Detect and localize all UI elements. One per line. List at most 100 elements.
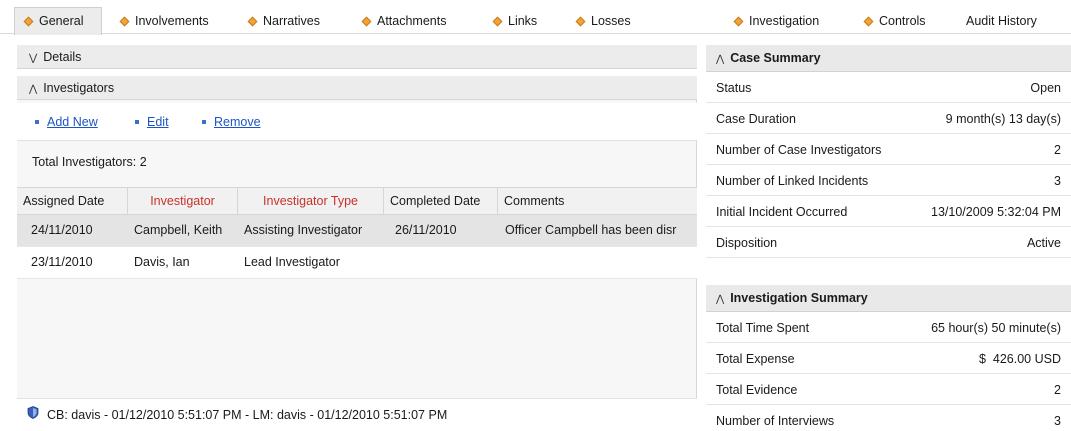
tab-label: Audit History bbox=[966, 14, 1037, 28]
tab-audit-history[interactable]: Audit History bbox=[966, 8, 1037, 34]
summary-row: Initial Incident Occurred 13/10/2009 5:32… bbox=[706, 197, 1071, 227]
investigators-label: Investigators bbox=[43, 81, 115, 95]
cell-assigned-date: 24/11/2010 bbox=[31, 223, 93, 237]
summary-label: Initial Incident Occurred bbox=[716, 205, 848, 219]
cell-comments bbox=[505, 247, 695, 278]
summary-row: Case Duration 9 month(s) 13 day(s) bbox=[706, 104, 1071, 134]
bullet-icon bbox=[35, 119, 39, 124]
tab-attachments[interactable]: Attachments bbox=[361, 8, 447, 34]
tab-general[interactable]: General bbox=[14, 7, 102, 35]
grid-header: Assigned Date Investigator Investigator … bbox=[17, 187, 697, 215]
cell-assigned-date: 23/11/2010 bbox=[31, 255, 93, 269]
summary-row: Number of Linked Incidents 3 bbox=[706, 166, 1071, 196]
tab-links[interactable]: Links bbox=[492, 8, 538, 34]
diamond-icon bbox=[247, 16, 258, 27]
cell-investigator: Campbell, Keith bbox=[134, 223, 223, 237]
tab-losses[interactable]: Losses bbox=[575, 8, 631, 34]
tab-label: General bbox=[39, 14, 84, 28]
summary-row: Number of Case Investigators 2 bbox=[706, 135, 1071, 165]
summary-value: Active bbox=[1026, 236, 1061, 250]
table-row[interactable]: 23/11/2010 Davis, Ian Lead Investigator bbox=[17, 247, 697, 279]
summary-label: Case Duration bbox=[716, 112, 796, 126]
chevron-up-icon: ⋀ bbox=[29, 84, 38, 95]
diamond-icon bbox=[23, 16, 34, 27]
diamond-icon bbox=[492, 16, 503, 27]
investigation-summary-title: Investigation Summary bbox=[730, 291, 868, 305]
diamond-icon bbox=[733, 16, 744, 27]
investigators-section-header[interactable]: ⋀ Investigators bbox=[17, 76, 697, 100]
summary-value: 2 bbox=[1054, 143, 1061, 157]
summary-row: Disposition Active bbox=[706, 228, 1071, 258]
column-comments[interactable]: Comments bbox=[498, 188, 697, 215]
summary-label: Number of Interviews bbox=[716, 414, 835, 428]
tab-label: Links bbox=[508, 14, 538, 28]
cell-investigator-type: Assisting Investigator bbox=[244, 223, 363, 237]
summary-panel: ⋀ Case Summary Status Open Case Duration 9 … bbox=[706, 45, 1071, 431]
remove-link[interactable]: Remove bbox=[202, 115, 261, 129]
summary-value: 3 bbox=[1054, 414, 1061, 428]
add-new-link[interactable]: Add New bbox=[35, 115, 98, 129]
investigator-actions: Add New Edit Remove bbox=[17, 103, 697, 141]
cell-completed-date: 26/11/2010 bbox=[395, 223, 457, 237]
summary-label: Number of Linked Incidents bbox=[716, 174, 869, 188]
cell-investigator-type: Lead Investigator bbox=[244, 255, 340, 269]
diamond-icon bbox=[119, 16, 130, 27]
tab-label: Narratives bbox=[263, 14, 320, 28]
summary-value: $ 426.00 USD bbox=[979, 352, 1061, 366]
bullet-icon bbox=[135, 119, 139, 124]
investigation-summary-header[interactable]: ⋀ Investigation Summary bbox=[706, 285, 1071, 312]
shield-icon bbox=[27, 399, 39, 431]
chevron-up-icon: ⋀ bbox=[716, 294, 725, 305]
column-completed-date[interactable]: Completed Date bbox=[384, 188, 498, 215]
tab-label: Investigation bbox=[749, 14, 820, 28]
column-investigator[interactable]: Investigator bbox=[128, 188, 238, 215]
tab-label: Involvements bbox=[135, 14, 209, 28]
remove-label: Remove bbox=[214, 115, 261, 129]
audit-footer: CB: davis - 01/12/2010 5:51:07 PM - LM: … bbox=[17, 398, 697, 431]
summary-value: 65 hour(s) 50 minute(s) bbox=[931, 321, 1061, 335]
tab-label: Attachments bbox=[377, 14, 447, 28]
total-investigators: Total Investigators: 2 bbox=[32, 155, 147, 169]
summary-value: Open bbox=[1030, 81, 1061, 95]
summary-label: Total Time Spent bbox=[716, 321, 810, 335]
tab-label: Controls bbox=[879, 14, 926, 28]
summary-label: Total Evidence bbox=[716, 383, 798, 397]
cell-investigator: Davis, Ian bbox=[134, 255, 190, 269]
investigators-grid: Assigned Date Investigator Investigator … bbox=[17, 187, 697, 279]
tab-narratives[interactable]: Narratives bbox=[247, 8, 320, 34]
case-summary-title: Case Summary bbox=[730, 51, 821, 65]
edit-link[interactable]: Edit bbox=[135, 115, 169, 129]
details-section-header[interactable]: ⋁ Details bbox=[17, 45, 697, 69]
column-assigned-date[interactable]: Assigned Date bbox=[17, 188, 128, 215]
summary-value: 9 month(s) 13 day(s) bbox=[945, 112, 1061, 126]
add-new-label: Add New bbox=[47, 115, 98, 129]
summary-row: Total Expense $ 426.00 USD bbox=[706, 344, 1071, 374]
bullet-icon bbox=[202, 119, 206, 124]
summary-row: Total Time Spent 65 hour(s) 50 minute(s) bbox=[706, 313, 1071, 343]
chevron-down-icon: ⋁ bbox=[29, 53, 38, 64]
diamond-icon bbox=[361, 16, 372, 27]
summary-value: 3 bbox=[1054, 174, 1061, 188]
cell-comments: Officer Campbell has been disr bbox=[505, 223, 677, 237]
diamond-icon bbox=[863, 16, 874, 27]
summary-value: 13/10/2009 5:32:04 PM bbox=[931, 205, 1061, 219]
summary-label: Number of Case Investigators bbox=[716, 143, 882, 157]
tab-investigation[interactable]: Investigation bbox=[733, 8, 820, 34]
column-investigator-type[interactable]: Investigator Type bbox=[238, 188, 384, 215]
summary-row: Status Open bbox=[706, 73, 1071, 103]
edit-label: Edit bbox=[147, 115, 169, 129]
case-summary-header[interactable]: ⋀ Case Summary bbox=[706, 45, 1071, 72]
tab-involvements[interactable]: Involvements bbox=[119, 8, 209, 34]
summary-label: Status bbox=[716, 81, 752, 95]
tab-bar: General Involvements Narratives Attachme… bbox=[0, 0, 1071, 35]
tab-controls[interactable]: Controls bbox=[863, 8, 926, 34]
summary-label: Disposition bbox=[716, 236, 778, 250]
audit-text: CB: davis - 01/12/2010 5:51:07 PM - LM: … bbox=[47, 408, 448, 422]
table-row[interactable]: 24/11/2010 Campbell, Keith Assisting Inv… bbox=[17, 215, 697, 247]
summary-value: 2 bbox=[1054, 383, 1061, 397]
summary-label: Total Expense bbox=[716, 352, 795, 366]
tab-label: Losses bbox=[591, 14, 631, 28]
chevron-up-icon: ⋀ bbox=[716, 54, 725, 65]
details-label: Details bbox=[43, 50, 82, 64]
summary-row: Total Evidence 2 bbox=[706, 375, 1071, 405]
